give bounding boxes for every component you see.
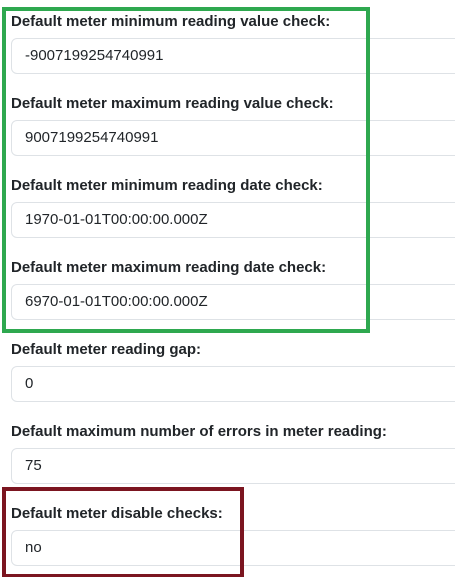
disable-checks-highlight-box [2, 487, 244, 577]
reading-gap-field[interactable]: 0 [11, 366, 455, 402]
reading-gap-label: Default meter reading gap: [11, 341, 202, 358]
max-errors-label: Default maximum number of errors in mete… [11, 423, 387, 440]
reading-checks-highlight-box [2, 7, 370, 333]
max-errors-field[interactable]: 75 [11, 448, 455, 484]
